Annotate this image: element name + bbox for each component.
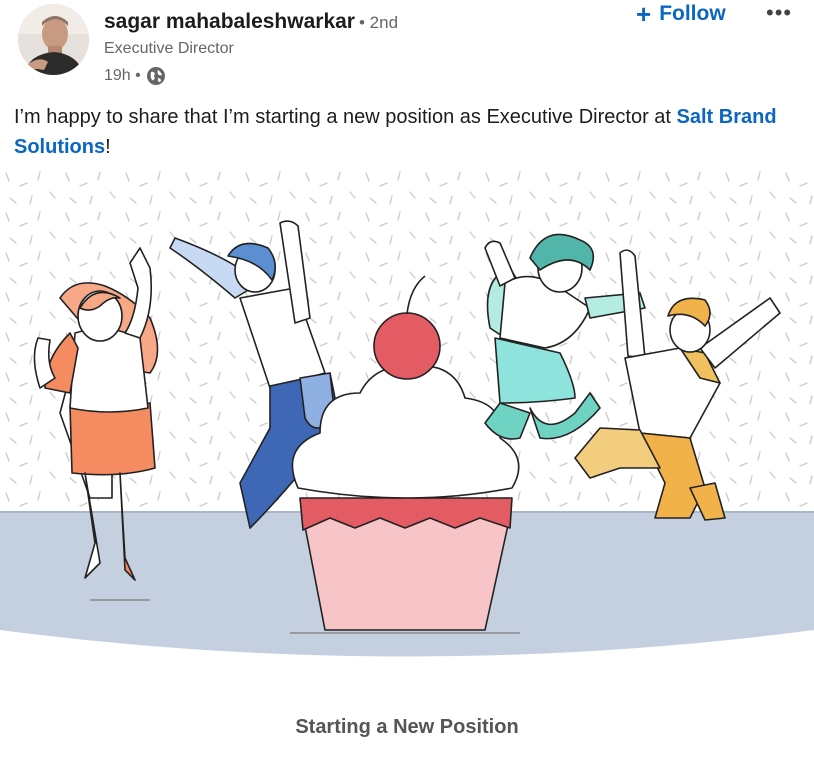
- author-name-text[interactable]: sagar mahabaleshwarkar: [104, 10, 355, 33]
- follow-label: Follow: [659, 2, 726, 25]
- post-time: 19h •: [104, 67, 141, 84]
- avatar-photo: [18, 4, 89, 75]
- post-meta: 19h •: [104, 66, 166, 86]
- author-avatar[interactable]: [18, 4, 89, 75]
- connection-degree: • 2nd: [358, 13, 399, 32]
- author-headline: Executive Director: [104, 40, 234, 57]
- author-name[interactable]: sagar mahabaleshwarkar • 2nd: [104, 10, 398, 34]
- post-body-text: I’m happy to share that I’m starting a n…: [14, 102, 794, 162]
- globe-icon: [146, 67, 165, 85]
- image-caption: Starting a New Position: [295, 716, 519, 738]
- follow-button[interactable]: + Follow: [636, 0, 726, 29]
- post-text-main: I’m happy to share that I’m starting a n…: [14, 106, 677, 128]
- post-text-end: !: [105, 136, 111, 158]
- celebration-illustration[interactable]: [0, 168, 814, 677]
- plus-icon: +: [636, 0, 652, 29]
- post-header: sagar mahabaleshwarkar • 2nd Executive Di…: [0, 0, 814, 96]
- more-options-icon[interactable]: •••: [766, 0, 792, 26]
